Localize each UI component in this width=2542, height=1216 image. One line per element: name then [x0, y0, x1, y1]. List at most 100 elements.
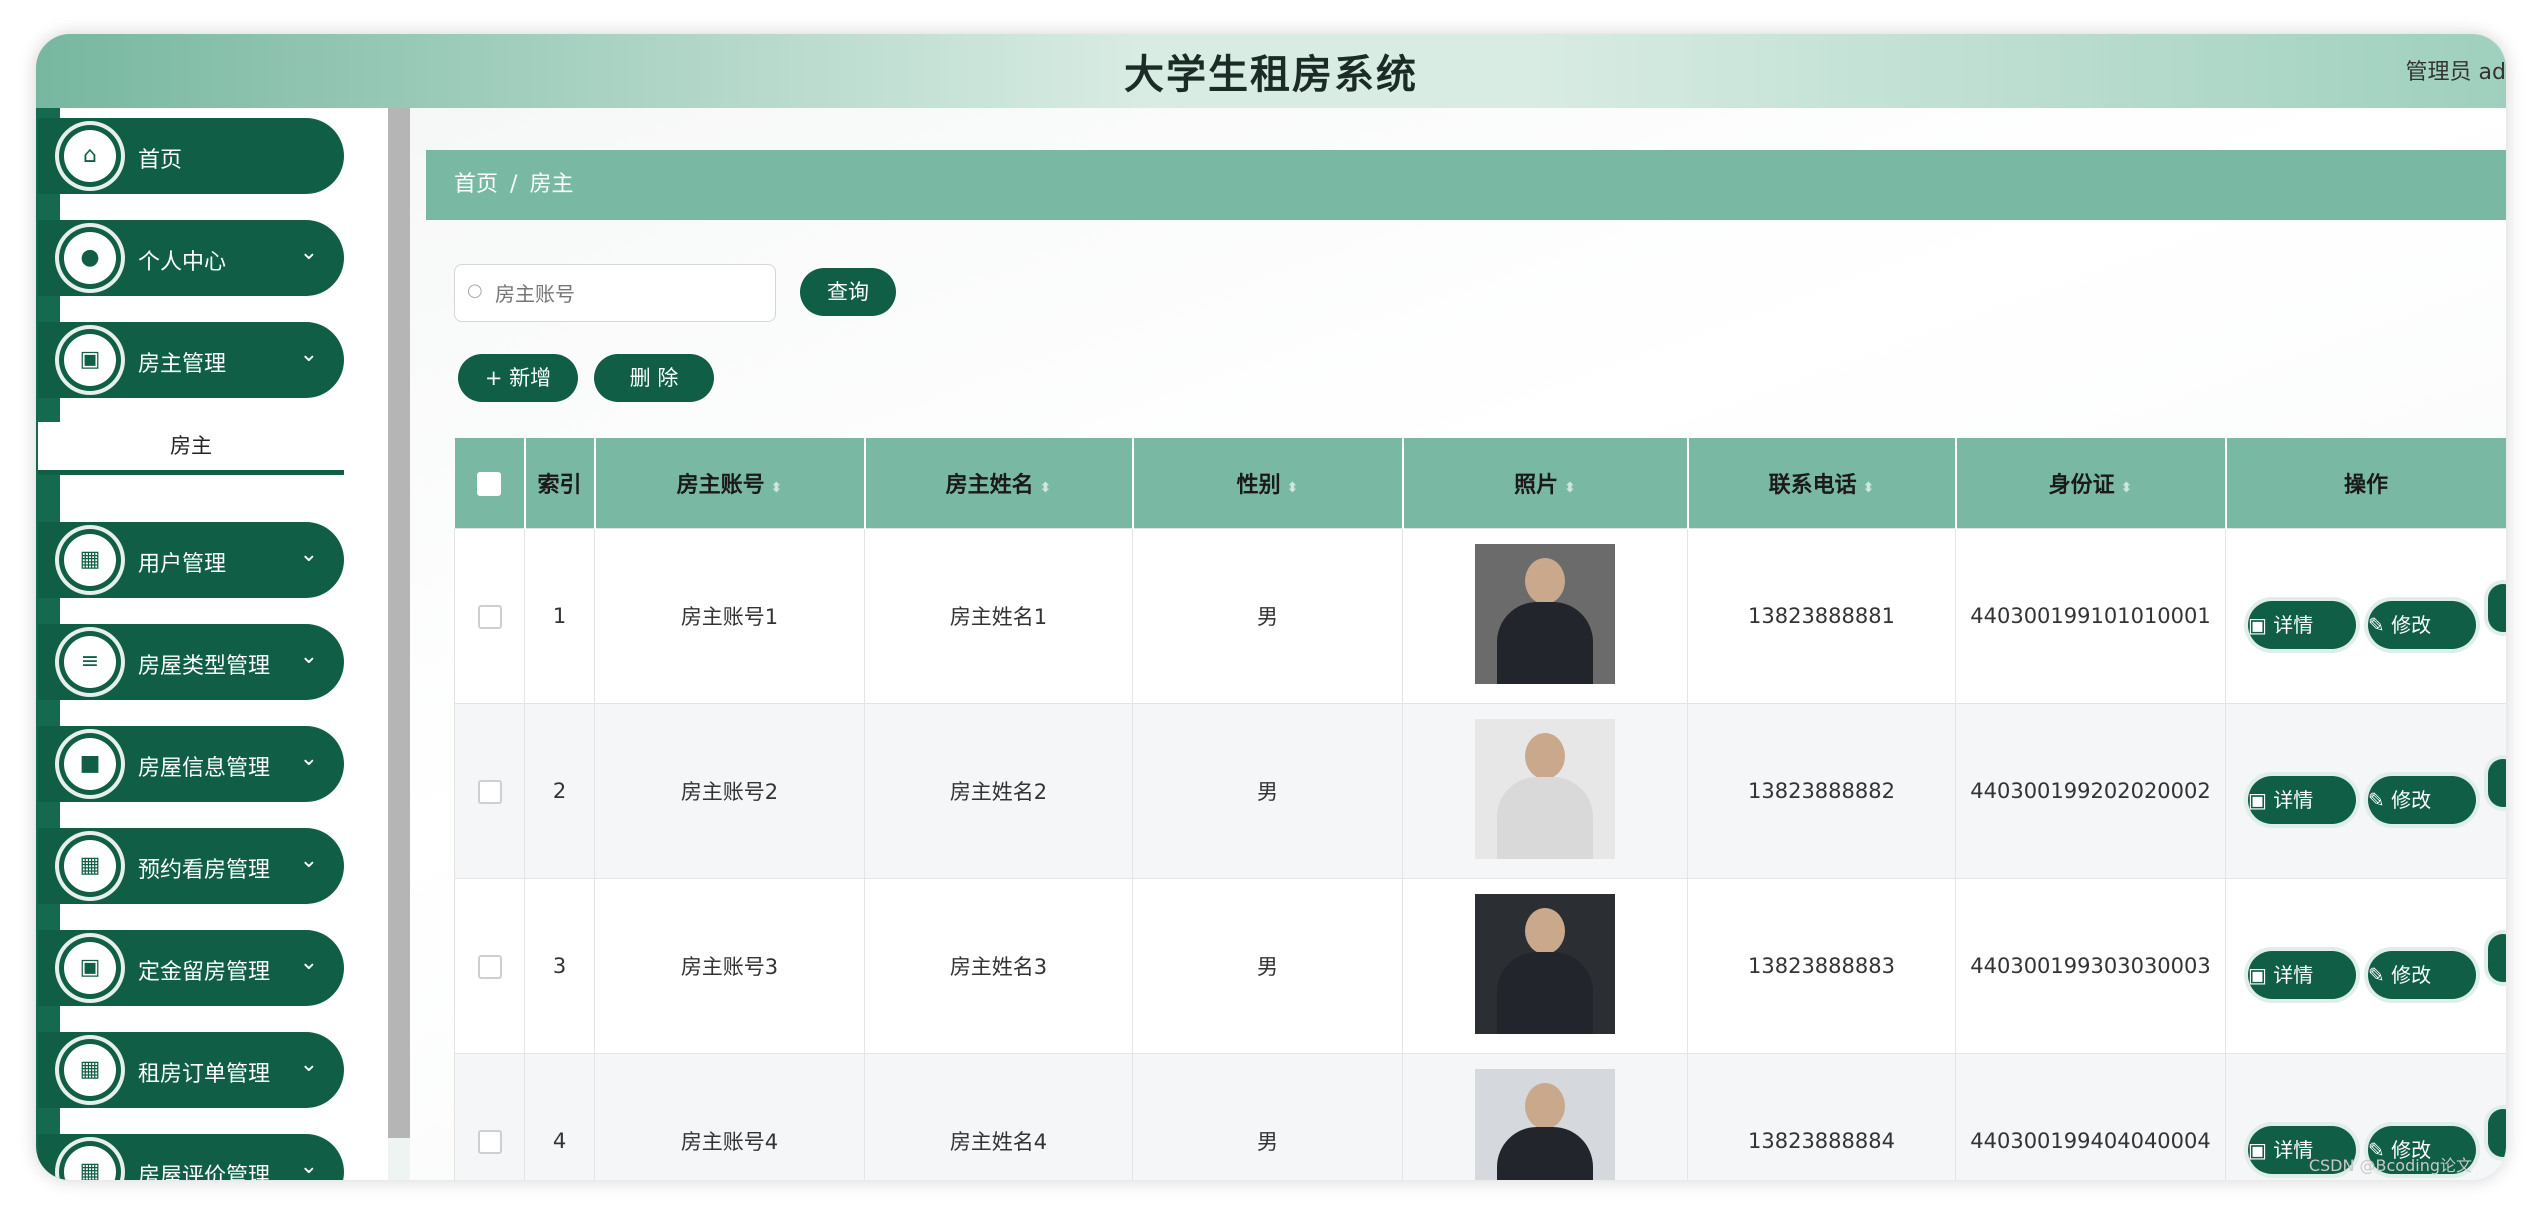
sidebar-item-3[interactable]: ▦ 用户管理 ⌄	[38, 522, 344, 598]
search-button[interactable]: 查询	[800, 268, 896, 316]
edit-button[interactable]: ✎ 修改	[2368, 950, 2476, 999]
row-checkbox[interactable]	[477, 954, 502, 979]
detail-button[interactable]: ▣ 详情	[2248, 775, 2356, 824]
column-header[interactable]: 照片 ⬍	[1402, 438, 1689, 529]
sort-icon[interactable]: ⬍	[2121, 480, 2133, 496]
column-header-label: 性别	[1236, 473, 1281, 498]
search-field[interactable]: ○	[454, 264, 776, 322]
cell-gender: 男	[1132, 703, 1403, 879]
column-header[interactable]: 房主账号 ⬍	[594, 438, 866, 529]
sidebar-item-label: 房屋类型管理	[138, 654, 271, 679]
cell-index: 1	[524, 528, 595, 704]
cell-photo	[1402, 528, 1688, 704]
sidebar-item-label: 房主管理	[138, 352, 227, 377]
top-bar: 大学生租房系统 管理员 ad	[36, 34, 2506, 108]
grid-icon: ▦	[64, 1146, 116, 1180]
column-header[interactable]: 联系电话 ⬍	[1687, 438, 1957, 529]
grid-icon: ▦	[64, 840, 116, 892]
sidebar-item-7[interactable]: ▣ 定金留房管理 ⌄	[38, 930, 344, 1006]
row-checkbox[interactable]	[477, 1129, 502, 1154]
sort-icon[interactable]: ⬍	[771, 480, 783, 496]
sidebar-item-5[interactable]: ■ 房屋信息管理 ⌄	[38, 726, 344, 802]
cell-name: 房主姓名3	[864, 878, 1133, 1054]
sort-icon[interactable]: ⬍	[1287, 480, 1299, 496]
sidebar-item-1[interactable]: ● 个人中心 ⌄	[38, 220, 344, 296]
column-header[interactable]: 身份证 ⬍	[1955, 438, 2227, 529]
cell-id-card: 440300199404040004	[1955, 1053, 2226, 1180]
cell-account: 房主账号3	[594, 878, 865, 1054]
breadcrumb-current: 房主	[529, 172, 574, 197]
cell-photo	[1402, 703, 1688, 879]
breadcrumb-separator: /	[510, 172, 518, 197]
sidebar-item-8[interactable]: ▦ 租房订单管理 ⌄	[38, 1032, 344, 1108]
more-action-button[interactable]	[2488, 1108, 2506, 1157]
column-header: 操作	[2225, 438, 2506, 529]
sidebar-item-4[interactable]: ≡ 房屋类型管理 ⌄	[38, 624, 344, 700]
column-header-label: 房主账号	[676, 473, 765, 498]
chevron-down-icon: ⌄	[299, 342, 318, 367]
table-row: 2 房主账号2 房主姓名2 男 13823888882 44030019920202000…	[454, 703, 2506, 879]
cell-phone: 13823888882	[1687, 703, 1956, 879]
cell-name: 房主姓名2	[864, 703, 1133, 879]
edit-button[interactable]: ✎ 修改	[2368, 600, 2476, 649]
detail-button[interactable]: ▣ 详情	[2248, 950, 2356, 999]
search-input[interactable]	[493, 275, 767, 313]
cell-actions: ▣ 详情 ✎ 修改	[2225, 528, 2506, 704]
cell-id-card: 440300199303030003	[1955, 878, 2226, 1054]
table-header-row: 索引 房主账号 ⬍ 房主姓名 ⬍ 性别 ⬍ 照片 ⬍ 联系电话 ⬍ 身份证 ⬍ 操作	[454, 438, 2506, 529]
edit-button[interactable]: ✎ 修改	[2368, 775, 2476, 824]
column-header: 索引	[524, 438, 596, 529]
list-icon: ≡	[64, 636, 116, 688]
column-header[interactable]: 性别 ⬍	[1132, 438, 1404, 529]
sidebar-item-6[interactable]: ▦ 预约看房管理 ⌄	[38, 828, 344, 904]
row-select-cell[interactable]	[454, 1053, 525, 1180]
row-select-cell[interactable]	[454, 528, 525, 704]
select-all-cell[interactable]	[454, 438, 526, 529]
column-header-label: 身份证	[2048, 473, 2115, 498]
chevron-down-icon: ⌄	[299, 746, 318, 771]
sidebar-item-label: 房屋信息管理	[138, 756, 271, 781]
breadcrumb-home[interactable]: 首页	[454, 172, 498, 197]
cell-phone: 13823888881	[1687, 528, 1956, 704]
delete-button[interactable]: 删 除	[594, 354, 714, 402]
cell-actions: ▣ 详情 ✎ 修改	[2225, 878, 2506, 1054]
add-button[interactable]: + 新增	[458, 354, 578, 402]
sidebar-item-9[interactable]: ▦ 房屋评价管理 ⌄	[38, 1134, 344, 1180]
detail-button[interactable]: ▣ 详情	[2248, 600, 2356, 649]
clipboard-icon: ▣	[64, 942, 116, 994]
cell-name: 房主姓名4	[864, 1053, 1133, 1180]
briefcase-icon: ■	[64, 738, 116, 790]
cell-phone: 13823888884	[1687, 1053, 1956, 1180]
cell-actions: ▣ 详情 ✎ 修改	[2225, 703, 2506, 879]
cell-gender: 男	[1132, 528, 1403, 704]
user-icon: ●	[64, 232, 116, 284]
owner-table: 索引 房主账号 ⬍ 房主姓名 ⬍ 性别 ⬍ 照片 ⬍ 联系电话 ⬍ 身份证 ⬍ 操作 1 房主…	[454, 438, 2506, 1180]
sidebar-item-label: 个人中心	[138, 250, 227, 275]
sidebar-item-0[interactable]: ⌂ 首页	[38, 118, 344, 194]
column-header[interactable]: 房主姓名 ⬍	[864, 438, 1134, 529]
main-content: 首页 / 房主 ○ 查询 + 新增 删 除 索引 房主账号 ⬍ 房主姓名 ⬍ 性别 ⬍	[410, 108, 2506, 1180]
more-action-button[interactable]	[2488, 933, 2506, 982]
more-action-button[interactable]	[2488, 583, 2506, 632]
cell-photo	[1402, 1053, 1688, 1180]
chevron-down-icon: ⌄	[299, 950, 318, 975]
user-label[interactable]: 管理员 ad	[2406, 54, 2506, 86]
cell-id-card: 440300199101010001	[1955, 528, 2226, 704]
row-checkbox[interactable]	[477, 604, 502, 629]
row-checkbox[interactable]	[477, 779, 502, 804]
more-action-button[interactable]	[2488, 758, 2506, 807]
app-window: 大学生租房系统 管理员 ad ⌂ 首页 ● 个人中心 ⌄ ▣ 房主管理 ⌄ ▦ 用户管理 ⌄ ≡ 房屋类…	[36, 34, 2506, 1180]
owner-photo	[1475, 893, 1615, 1034]
sort-icon[interactable]: ⬍	[1863, 480, 1875, 496]
clipboard-icon: ▣	[64, 334, 116, 386]
sort-icon[interactable]: ⬍	[1564, 480, 1576, 496]
sidebar-subitem-fangzhu[interactable]: 房主	[38, 422, 344, 475]
sort-icon[interactable]: ⬍	[1040, 480, 1052, 496]
sidebar-item-2[interactable]: ▣ 房主管理 ⌄	[38, 322, 344, 398]
row-select-cell[interactable]	[454, 878, 525, 1054]
table-row: 1 房主账号1 房主姓名1 男 13823888881 44030019910101000…	[454, 528, 2506, 704]
cell-account: 房主账号4	[594, 1053, 865, 1180]
row-select-cell[interactable]	[454, 703, 525, 879]
select-all-checkbox[interactable]	[477, 471, 501, 496]
sidebar-scrollbar[interactable]	[388, 108, 410, 1138]
